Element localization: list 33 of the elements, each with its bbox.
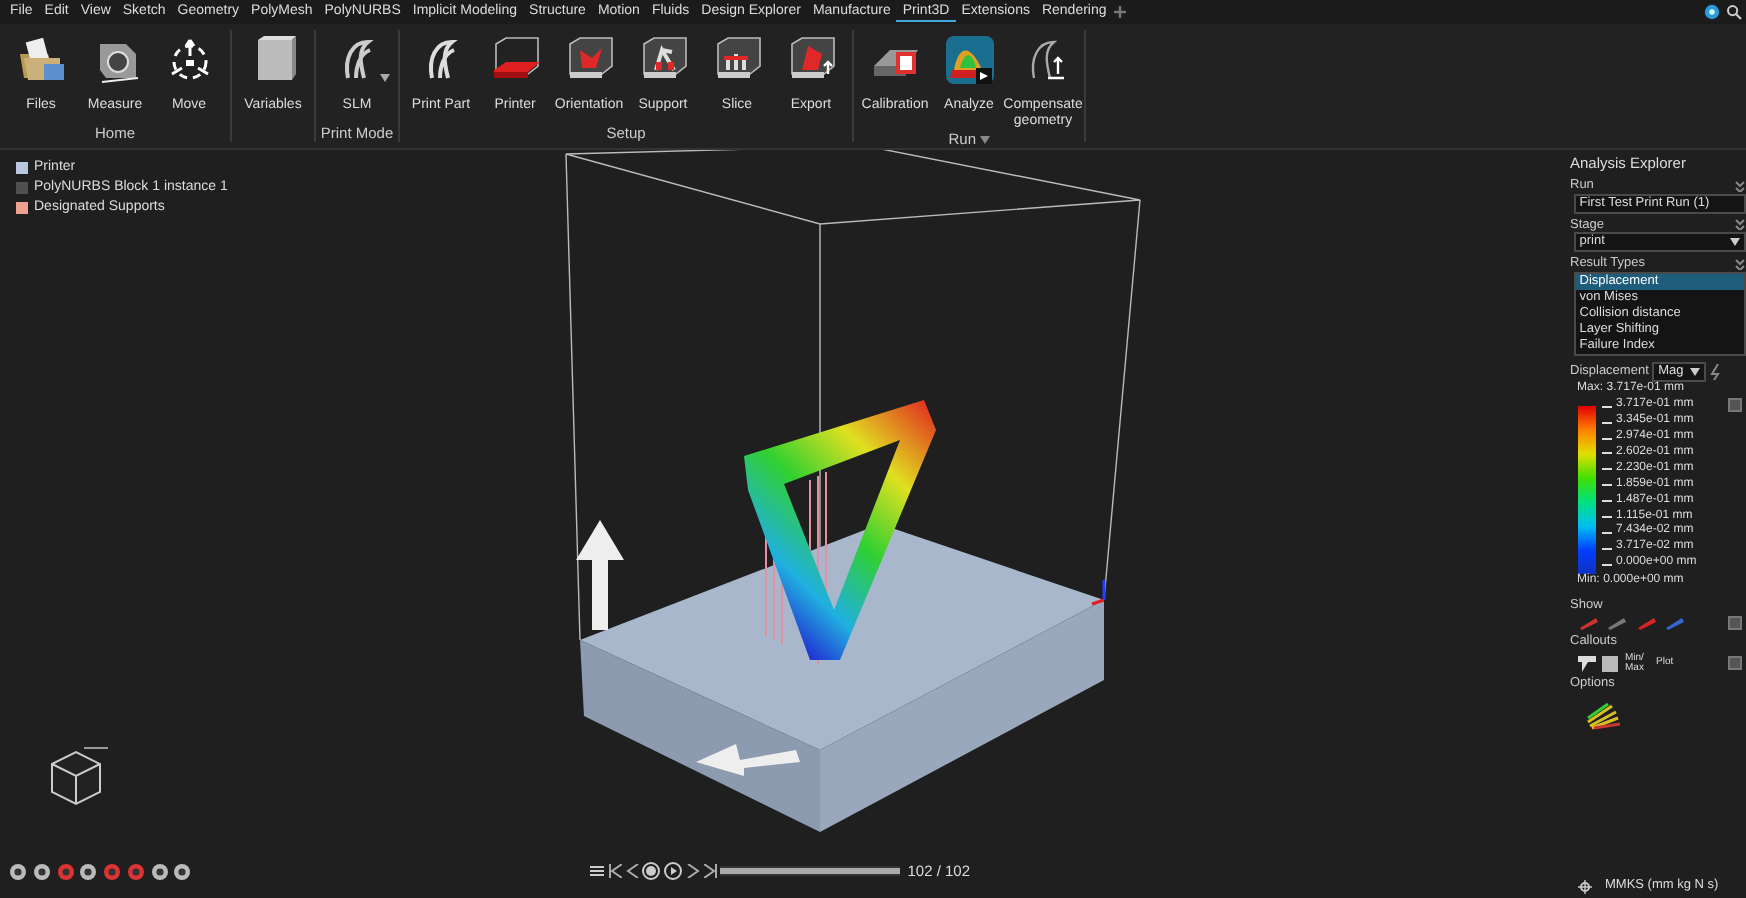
menu-button[interactable] bbox=[1728, 616, 1743, 631]
record-icon[interactable] bbox=[642, 862, 661, 880]
collapse-icon[interactable] bbox=[1734, 179, 1746, 192]
mesh-icon[interactable] bbox=[1606, 616, 1628, 631]
step-back-icon[interactable] bbox=[625, 864, 639, 878]
part-icon[interactable] bbox=[1664, 616, 1686, 631]
collapse-icon[interactable] bbox=[1734, 218, 1746, 231]
folder-icon bbox=[15, 34, 67, 86]
add-tab-icon[interactable] bbox=[1112, 4, 1129, 20]
brush-icon[interactable] bbox=[1586, 702, 1622, 731]
part-icon[interactable] bbox=[1577, 616, 1599, 631]
skip-end-icon[interactable] bbox=[703, 864, 717, 878]
arrow bbox=[696, 744, 800, 776]
analyze-icon bbox=[943, 34, 995, 86]
skip-start-icon[interactable] bbox=[607, 864, 622, 878]
step-forward-icon[interactable] bbox=[685, 864, 700, 878]
caret-icon bbox=[1690, 368, 1701, 377]
callout-icon[interactable] bbox=[1577, 655, 1595, 672]
crosshair-icon[interactable] bbox=[1577, 879, 1591, 894]
menu-icon[interactable] bbox=[590, 864, 604, 878]
collapse-icon[interactable] bbox=[1734, 257, 1746, 270]
axis-triad bbox=[1091, 580, 1106, 606]
caret-icon[interactable] bbox=[380, 74, 390, 82]
search-icon[interactable] bbox=[1726, 4, 1743, 20]
part-icon[interactable] bbox=[1635, 616, 1657, 631]
up-arrow bbox=[576, 520, 624, 630]
caret-icon[interactable] bbox=[979, 135, 990, 144]
lightning-icon[interactable] bbox=[1710, 364, 1723, 381]
caret-icon bbox=[1730, 238, 1740, 247]
play-icon[interactable] bbox=[664, 862, 682, 880]
menu-button[interactable] bbox=[1728, 656, 1743, 671]
menu-button[interactable] bbox=[1728, 398, 1742, 413]
account-icon[interactable] bbox=[1703, 4, 1720, 20]
